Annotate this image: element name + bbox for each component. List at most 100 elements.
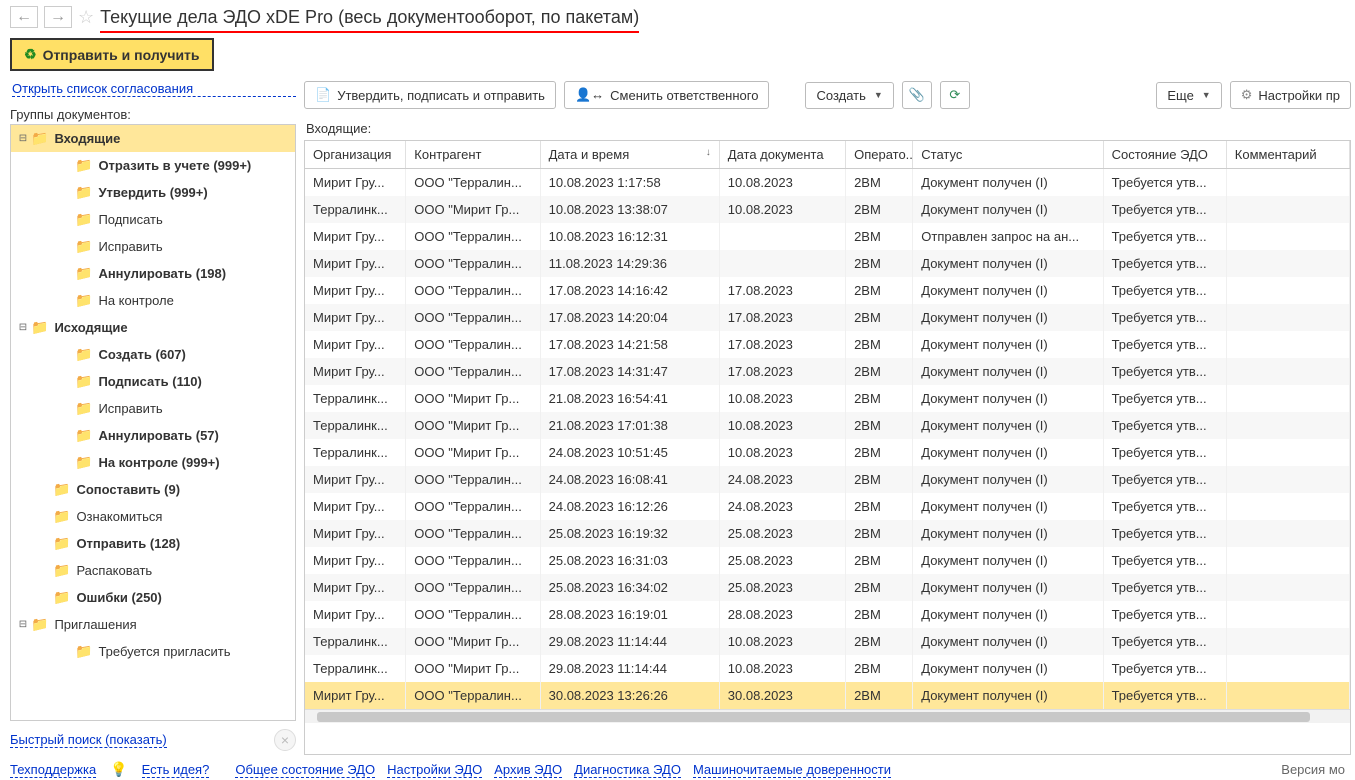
star-icon[interactable]: ☆: [78, 7, 94, 28]
column-header[interactable]: Дата и время↓: [540, 141, 719, 169]
expander-icon[interactable]: ⊟: [17, 619, 29, 630]
footer-link[interactable]: Машиночитаемые доверенности: [693, 762, 891, 778]
table-row[interactable]: Мирит Гру...ООО "Терралин...17.08.2023 1…: [305, 277, 1350, 304]
table-cell: 2BM: [846, 250, 913, 277]
send-receive-button[interactable]: ♻ Отправить и получить: [10, 38, 214, 71]
footer-link[interactable]: Общее состояние ЭДО: [235, 762, 375, 778]
nav-forward-button[interactable]: →: [44, 6, 72, 28]
column-header[interactable]: Статус: [913, 141, 1103, 169]
table-row[interactable]: Мирит Гру...ООО "Терралин...28.08.2023 1…: [305, 601, 1350, 628]
tree-item[interactable]: ⊟📁Входящие: [11, 125, 295, 152]
table-row[interactable]: Мирит Гру...ООО "Терралин...17.08.2023 1…: [305, 304, 1350, 331]
table-cell: Терралинк...: [305, 196, 406, 223]
table-cell: [719, 223, 845, 250]
documents-table-wrap[interactable]: ОрганизацияКонтрагентДата и время↓Дата д…: [304, 140, 1351, 755]
refresh-button[interactable]: ⟳: [940, 81, 970, 109]
tree-item[interactable]: 📁Аннулировать (57): [11, 422, 295, 449]
tree-item[interactable]: 📁На контроле: [11, 287, 295, 314]
expander-icon[interactable]: ⊟: [17, 322, 29, 333]
tree-item[interactable]: 📁Исправить: [11, 395, 295, 422]
tree-item[interactable]: 📁Подписать (110): [11, 368, 295, 395]
tree-item[interactable]: 📁Исправить: [11, 233, 295, 260]
table-row[interactable]: Терралинк...ООО "Мирит Гр...24.08.2023 1…: [305, 439, 1350, 466]
more-button[interactable]: Еще ▼: [1156, 82, 1221, 109]
folder-icon: 📁: [53, 481, 70, 498]
table-cell: 24.08.2023 16:08:41: [540, 466, 719, 493]
scrollbar-thumb[interactable]: [317, 712, 1310, 722]
tree-item[interactable]: 📁Ошибки (250): [11, 584, 295, 611]
open-agreement-link[interactable]: Открыть список согласования: [12, 81, 296, 97]
tree-item[interactable]: 📁Аннулировать (198): [11, 260, 295, 287]
tree-item[interactable]: 📁Ознакомиться: [11, 503, 295, 530]
table-cell: 2BM: [846, 655, 913, 682]
settings-button[interactable]: ⚙ Настройки пр: [1230, 81, 1351, 109]
table-cell: 24.08.2023: [719, 493, 845, 520]
table-row[interactable]: Терралинк...ООО "Мирит Гр...29.08.2023 1…: [305, 628, 1350, 655]
table-row[interactable]: Терралинк...ООО "Мирит Гр...29.08.2023 1…: [305, 655, 1350, 682]
create-button[interactable]: Создать ▼: [805, 82, 893, 109]
table-cell: ООО "Терралин...: [406, 331, 540, 358]
tree-item[interactable]: 📁На контроле (999+): [11, 449, 295, 476]
table-cell: [719, 250, 845, 277]
refresh-icon: ♻: [24, 46, 37, 63]
table-row[interactable]: Мирит Гру...ООО "Терралин...25.08.2023 1…: [305, 574, 1350, 601]
tree-item[interactable]: ⊟📁Исходящие: [11, 314, 295, 341]
document-groups-tree[interactable]: ⊟📁Входящие📁Отразить в учете (999+)📁Утвер…: [10, 124, 296, 721]
table-cell: 2BM: [846, 412, 913, 439]
table-row[interactable]: Терралинк...ООО "Мирит Гр...21.08.2023 1…: [305, 412, 1350, 439]
table-cell: 10.08.2023: [719, 655, 845, 682]
table-row[interactable]: Терралинк...ООО "Мирит Гр...10.08.2023 1…: [305, 196, 1350, 223]
sort-arrow-icon: ↓: [706, 147, 711, 158]
column-header[interactable]: Операто...: [846, 141, 913, 169]
table-row[interactable]: Терралинк...ООО "Мирит Гр...21.08.2023 1…: [305, 385, 1350, 412]
table-row[interactable]: Мирит Гру...ООО "Терралин...25.08.2023 1…: [305, 520, 1350, 547]
folder-icon: 📁: [75, 643, 92, 660]
table-row[interactable]: Мирит Гру...ООО "Терралин...11.08.2023 1…: [305, 250, 1350, 277]
footer-link[interactable]: Архив ЭДО: [494, 762, 562, 778]
support-link[interactable]: Техподдержка: [10, 762, 96, 778]
table-row[interactable]: Мирит Гру...ООО "Терралин...17.08.2023 1…: [305, 331, 1350, 358]
table-row[interactable]: Мирит Гру...ООО "Терралин...24.08.2023 1…: [305, 493, 1350, 520]
table-cell: 11.08.2023 14:29:36: [540, 250, 719, 277]
table-row[interactable]: Мирит Гру...ООО "Терралин...17.08.2023 1…: [305, 358, 1350, 385]
column-header[interactable]: Организация: [305, 141, 406, 169]
table-cell: ООО "Терралин...: [406, 547, 540, 574]
tree-item[interactable]: ⊟📁Приглашения: [11, 611, 295, 638]
column-header[interactable]: Состояние ЭДО: [1103, 141, 1226, 169]
table-row[interactable]: Мирит Гру...ООО "Терралин...10.08.2023 1…: [305, 223, 1350, 250]
table-row[interactable]: Мирит Гру...ООО "Терралин...30.08.2023 1…: [305, 682, 1350, 709]
column-header[interactable]: Дата документа: [719, 141, 845, 169]
horizontal-scrollbar[interactable]: [305, 709, 1350, 723]
tree-item[interactable]: 📁Требуется пригласить: [11, 638, 295, 665]
column-header[interactable]: Комментарий: [1226, 141, 1349, 169]
table-cell: Требуется утв...: [1103, 655, 1226, 682]
column-header[interactable]: Контрагент: [406, 141, 540, 169]
groups-label: Группы документов:: [10, 107, 296, 122]
expander-icon[interactable]: ⊟: [17, 133, 29, 144]
tree-item[interactable]: 📁Распаковать: [11, 557, 295, 584]
tree-item[interactable]: 📁Подписать: [11, 206, 295, 233]
tree-item[interactable]: 📁Отразить в учете (999+): [11, 152, 295, 179]
table-cell: 2BM: [846, 493, 913, 520]
table-row[interactable]: Мирит Гру...ООО "Терралин...25.08.2023 1…: [305, 547, 1350, 574]
tree-item[interactable]: 📁Создать (607): [11, 341, 295, 368]
tree-item[interactable]: 📁Сопоставить (9): [11, 476, 295, 503]
idea-link[interactable]: Есть идея?: [142, 762, 210, 778]
tree-item[interactable]: 📁Отправить (128): [11, 530, 295, 557]
footer-link[interactable]: Диагностика ЭДО: [574, 762, 681, 778]
footer-link[interactable]: Настройки ЭДО: [387, 762, 482, 778]
change-responsible-button[interactable]: 👤↔ Сменить ответственного: [564, 81, 770, 109]
nav-back-button[interactable]: ←: [10, 6, 38, 28]
approve-sign-send-button[interactable]: 📄 Утвердить, подписать и отправить: [304, 81, 556, 109]
table-cell: ООО "Мирит Гр...: [406, 655, 540, 682]
table-cell: Терралинк...: [305, 439, 406, 466]
table-row[interactable]: Мирит Гру...ООО "Терралин...10.08.2023 1…: [305, 169, 1350, 197]
table-row[interactable]: Мирит Гру...ООО "Терралин...24.08.2023 1…: [305, 466, 1350, 493]
quick-search-link[interactable]: Быстрый поиск (показать): [10, 732, 167, 748]
tree-item[interactable]: 📁Утвердить (999+): [11, 179, 295, 206]
table-cell: 28.08.2023 16:19:01: [540, 601, 719, 628]
table-cell: Мирит Гру...: [305, 358, 406, 385]
attach-button[interactable]: 📎: [902, 81, 932, 109]
table-cell: 17.08.2023: [719, 304, 845, 331]
clear-button[interactable]: ×: [274, 729, 296, 751]
